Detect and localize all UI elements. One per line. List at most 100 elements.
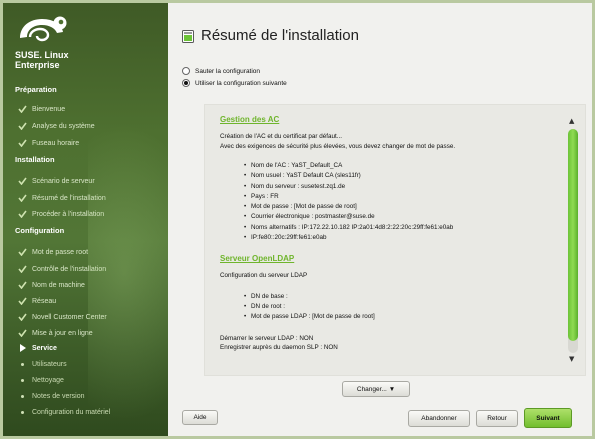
check-icon: [17, 104, 27, 114]
check-icon: [17, 209, 27, 219]
suse-chameleon-logo: [20, 16, 67, 42]
section-configuration: Configuration: [15, 226, 65, 235]
step-fuseau-horaire: Fuseau horaire: [17, 138, 79, 148]
main-panel: Résumé de l'installation Sauter la confi…: [168, 3, 592, 436]
step-scenario-serveur: Scénario de serveur: [17, 176, 95, 186]
configuration-summary: Gestion des AC Création de l'AC et du ce…: [204, 104, 586, 376]
check-icon: [17, 264, 27, 274]
check-icon: [17, 280, 27, 290]
current-step-arrow-icon: [17, 343, 27, 353]
step-proceder-installation: Procéder à l'installation: [17, 209, 104, 219]
ca-details-list: Nom de l'AC : YaST_Default_CA Nom usuel …: [244, 161, 550, 244]
scroll-thumb[interactable]: [568, 129, 578, 341]
list-item: DN de base :: [244, 292, 550, 303]
check-icon: [17, 193, 27, 203]
scroll-up-icon[interactable]: ▲: [569, 117, 574, 125]
step-resume-installation: Résumé de l'installation: [17, 193, 106, 203]
step-nettoyage: Nettoyage: [17, 375, 64, 385]
list-item: Courrier électronique : postmaster@suse.…: [244, 212, 550, 223]
step-bienvenue: Bienvenue: [17, 104, 65, 114]
check-icon: [17, 247, 27, 257]
step-label: Nettoyage: [32, 376, 64, 384]
ca-intro-1: Création de l'AC et du certificat par dé…: [220, 133, 342, 140]
option-label: Sauter la configuration: [195, 67, 261, 75]
step-label: Notes de version: [32, 392, 85, 400]
check-icon: [17, 312, 27, 322]
section-installation: Installation: [15, 155, 55, 164]
abort-button[interactable]: Abandonner: [408, 410, 470, 427]
change-button[interactable]: Changer... ▼: [342, 381, 410, 397]
step-reseau: Réseau: [17, 296, 56, 306]
help-button[interactable]: Aide: [182, 410, 218, 425]
step-label: Nom de machine: [32, 281, 85, 289]
list-item: Nom du serveur : susetest.zq1.de: [244, 182, 550, 193]
option-label: Utiliser la configuration suivante: [195, 79, 287, 87]
ca-intro-2: Avec des exigences de sécurité plus élev…: [220, 142, 456, 150]
step-mot-de-passe-root: Mot de passe root: [17, 247, 88, 257]
step-notes-version: Notes de version: [17, 391, 85, 401]
next-button[interactable]: Suivant: [524, 408, 572, 428]
step-label: Réseau: [32, 297, 57, 305]
step-label: Analyse du système: [32, 122, 95, 130]
check-icon: [17, 121, 27, 131]
check-icon: [17, 176, 27, 186]
scroll-down-icon[interactable]: ▼: [569, 355, 574, 363]
step-label: Contrôle de l'installation: [32, 265, 107, 273]
list-item: Nom usuel : YaST Default CA (sles11fr): [244, 171, 550, 182]
heading-serveur-openldap[interactable]: Serveur OpenLDAP: [220, 254, 550, 263]
step-label: Mot de passe root: [32, 248, 89, 256]
check-icon: [17, 138, 27, 148]
option-skip-configuration[interactable]: Sauter la configuration: [182, 67, 260, 75]
check-icon: [17, 296, 27, 306]
step-label: Configuration du matériel: [32, 408, 111, 416]
step-label: Scénario de serveur: [32, 177, 95, 185]
step-analyse-systeme: Analyse du système: [17, 121, 95, 131]
step-label: Novell Customer Center: [32, 313, 107, 321]
brand-name: SUSE. Linux Enterprise: [15, 50, 69, 70]
step-label: Mise à jour en ligne: [32, 329, 93, 337]
list-item: Mot de passe LDAP : [Mot de passe de roo…: [244, 312, 550, 323]
sidebar: SUSE. Linux Enterprise Préparation Bienv…: [3, 3, 168, 436]
brand-line-2: Enterprise: [15, 60, 60, 70]
list-item: DN de root :: [244, 302, 550, 313]
installer-icon: [182, 30, 194, 43]
ldap-intro: Configuration du serveur LDAP: [220, 272, 308, 280]
back-button[interactable]: Retour: [476, 410, 518, 427]
step-configuration-materiel: Configuration du matériel: [17, 407, 110, 417]
step-nom-machine: Nom de machine: [17, 280, 85, 290]
step-label: Bienvenue: [32, 105, 66, 113]
list-item: Nom de l'AC : YaST_Default_CA: [244, 161, 550, 172]
list-item: Pays : FR: [244, 192, 550, 203]
step-mise-a-jour: Mise à jour en ligne: [17, 328, 93, 338]
brand-line-1: SUSE. Linux: [15, 50, 69, 60]
list-item-continuation: IP:fe80::20c:29ff:fe61:e0ab: [244, 233, 550, 244]
step-novell-customer-center: Novell Customer Center: [17, 312, 107, 322]
change-label: Changer...: [356, 385, 387, 393]
bullet-icon: [17, 375, 27, 385]
step-utilisateurs: Utilisateurs: [17, 359, 67, 369]
heading-gestion-ac[interactable]: Gestion des AC: [220, 115, 550, 124]
step-label: Fuseau horaire: [32, 139, 80, 147]
bullet-icon: [17, 391, 27, 401]
step-label: Utilisateurs: [32, 360, 67, 368]
step-label: Résumé de l'installation: [32, 194, 106, 202]
option-use-configuration[interactable]: Utiliser la configuration suivante: [182, 79, 287, 87]
radio-button-selected[interactable]: [182, 79, 190, 87]
page-title: Résumé de l'installation: [201, 27, 359, 44]
bullet-icon: [17, 407, 27, 417]
list-item: Noms alternatifs : IP:172.22.10.182 IP:2…: [244, 223, 550, 234]
step-label: Procéder à l'installation: [32, 210, 105, 218]
step-label: Service: [32, 344, 57, 352]
vertical-scrollbar[interactable]: ▲ ▼: [567, 117, 579, 367]
step-controle-installation: Contrôle de l'installation: [17, 264, 106, 274]
ldap-start-server: Démarrer le serveur LDAP : NON: [220, 334, 314, 342]
ldap-details-list: DN de base : DN de root : Mot de passe L…: [244, 292, 550, 323]
chevron-down-icon: ▼: [388, 385, 396, 393]
check-icon: [17, 328, 27, 338]
summary-content: Gestion des AC Création de l'AC et du ce…: [220, 115, 550, 353]
bullet-icon: [17, 359, 27, 369]
list-item: Mot de passe : [Mot de passe de root]: [244, 202, 550, 213]
radio-button[interactable]: [182, 67, 190, 75]
section-preparation: Préparation: [15, 85, 57, 94]
step-service-current: Service: [17, 343, 57, 353]
